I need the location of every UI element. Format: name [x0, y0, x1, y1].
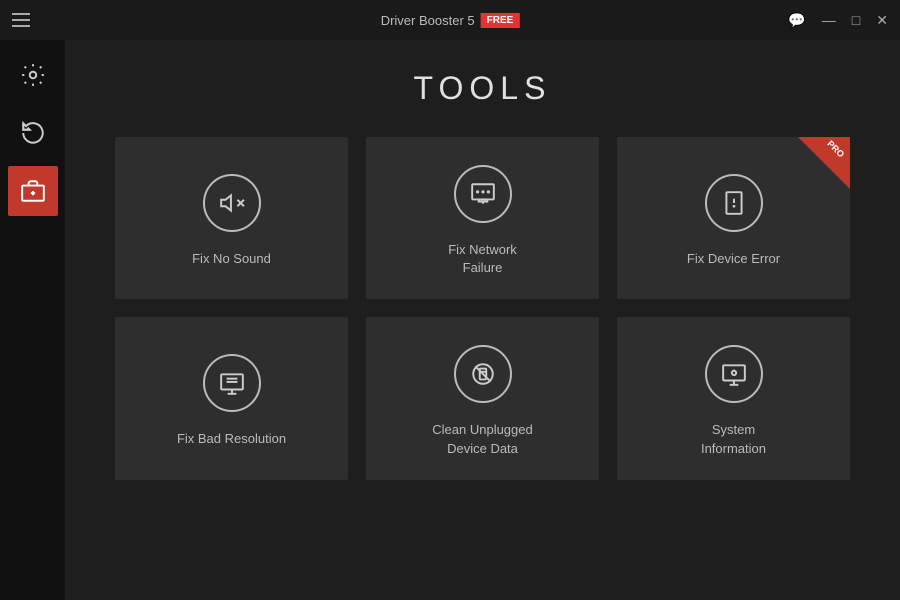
fix-no-sound-label: Fix No Sound [192, 250, 271, 268]
maximize-button[interactable]: □ [852, 13, 860, 27]
fix-resolution-label: Fix Bad Resolution [177, 430, 286, 448]
app-name: Driver Booster 5 [381, 13, 475, 28]
pro-badge [798, 137, 850, 189]
clean-unplugged-icon [454, 345, 512, 403]
system-info-label: SystemInformation [701, 421, 766, 457]
fix-device-icon [705, 174, 763, 232]
tool-fix-bad-resolution[interactable]: Fix Bad Resolution [115, 317, 348, 479]
clean-unplugged-label: Clean UnpluggedDevice Data [432, 421, 532, 457]
minimize-button[interactable]: — [822, 13, 836, 27]
settings-icon [20, 62, 46, 88]
tool-system-info[interactable]: SystemInformation [617, 317, 850, 479]
tools-icon [20, 178, 46, 204]
tool-fix-no-sound[interactable]: Fix No Sound [115, 137, 348, 299]
sidebar-item-tools[interactable] [8, 166, 58, 216]
free-badge: FREE [481, 13, 520, 28]
close-button[interactable]: ✕ [876, 13, 888, 27]
menu-button[interactable] [12, 13, 30, 27]
fix-no-sound-icon [203, 174, 261, 232]
main-layout: TOOLS Fix No Sound [0, 40, 900, 600]
system-info-icon [705, 345, 763, 403]
tool-clean-unplugged[interactable]: Clean UnpluggedDevice Data [366, 317, 599, 479]
sidebar-item-restore[interactable] [8, 108, 58, 158]
sidebar [0, 40, 65, 600]
title-bar-left [12, 13, 30, 27]
title-bar: Driver Booster 5 FREE 💬 — □ ✕ [0, 0, 900, 40]
fix-device-label: Fix Device Error [687, 250, 780, 268]
sidebar-item-settings[interactable] [8, 50, 58, 100]
content-area: TOOLS Fix No Sound [65, 40, 900, 600]
fix-resolution-icon [203, 354, 261, 412]
chat-button[interactable]: 💬 [788, 13, 805, 27]
restore-icon [20, 120, 46, 146]
tool-fix-device-error[interactable]: PRO Fix Device Error [617, 137, 850, 299]
title-bar-controls: 💬 — □ ✕ [788, 13, 888, 27]
app-title-area: Driver Booster 5 FREE [381, 13, 520, 28]
fix-network-icon [454, 165, 512, 223]
page-title: TOOLS [115, 70, 850, 107]
tool-fix-network-failure[interactable]: Fix NetworkFailure [366, 137, 599, 299]
tools-grid: Fix No Sound Fix NetworkFailure [115, 137, 850, 480]
fix-network-label: Fix NetworkFailure [448, 241, 517, 277]
